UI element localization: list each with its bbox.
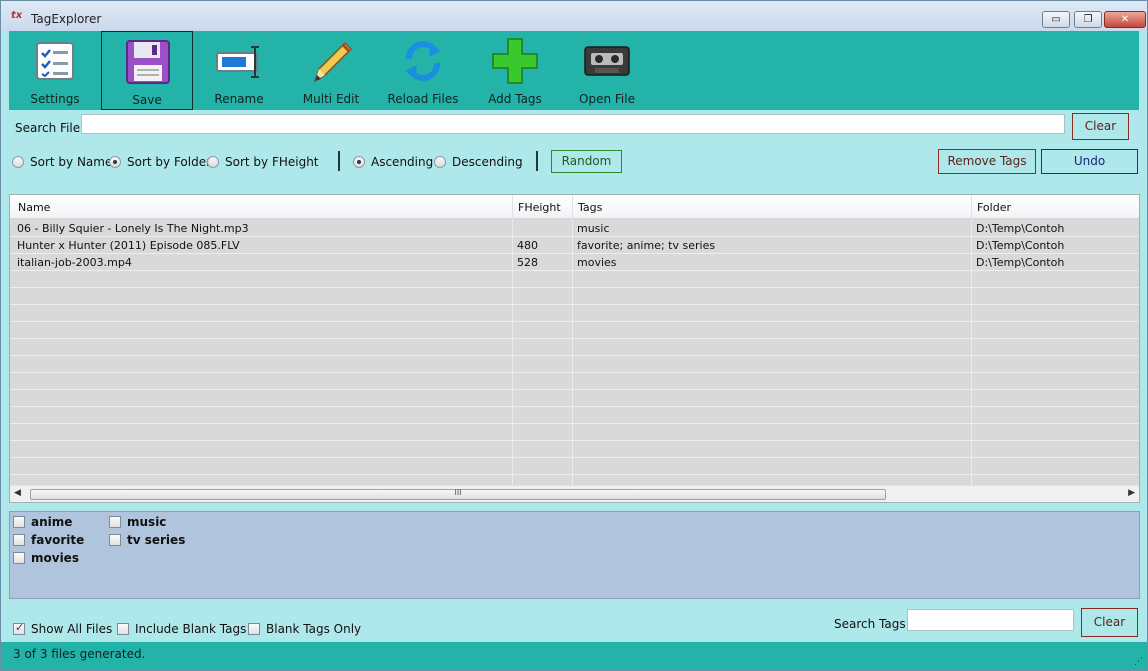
save-label: Save — [132, 93, 162, 107]
checkbox-icon — [13, 516, 25, 528]
scroll-right-icon[interactable]: ▶ — [1128, 488, 1135, 498]
empty-row — [10, 305, 1139, 322]
status-bar: 3 of 3 files generated. ⋰ — [1, 642, 1147, 670]
window-title: TagExplorer — [31, 12, 102, 26]
rename-field-icon — [216, 46, 259, 78]
empty-row — [10, 356, 1139, 373]
empty-row — [10, 407, 1139, 424]
grip-icon: III — [454, 488, 462, 497]
radio-unchecked-icon — [207, 156, 219, 168]
tag-panel: anime favorite movies music tv series — [9, 511, 1140, 599]
checkbox-icon — [248, 623, 260, 635]
checkbox-icon — [13, 534, 25, 546]
search-file-input[interactable] — [81, 114, 1065, 134]
empty-row — [10, 390, 1139, 407]
title-bar: tx TagExplorer ▭ ❐ ✕ — [1, 1, 1147, 31]
rename-label: Rename — [214, 92, 264, 106]
save-button[interactable]: Save — [101, 31, 193, 110]
undo-button[interactable]: Undo — [1041, 149, 1138, 174]
empty-row — [10, 322, 1139, 339]
tag-checkbox-music[interactable]: music — [109, 515, 166, 529]
blank-tags-only-checkbox[interactable]: Blank Tags Only — [248, 622, 361, 636]
close-button[interactable]: ✕ — [1104, 11, 1146, 28]
empty-row — [10, 424, 1139, 441]
multi-edit-button[interactable]: Multi Edit — [285, 31, 377, 110]
table-row[interactable]: 06 - Billy Squier - Lonely Is The Night.… — [10, 220, 1139, 237]
checklist-icon — [36, 42, 74, 80]
checkbox-checked-icon — [13, 621, 25, 635]
column-header-folder[interactable]: Folder — [977, 201, 1011, 214]
settings-label: Settings — [30, 92, 80, 106]
tag-checkbox-movies[interactable]: movies — [13, 551, 79, 565]
resize-grip-icon[interactable]: ⋰ — [1134, 657, 1143, 667]
show-all-files-checkbox[interactable]: Show All Files — [13, 621, 112, 636]
minimize-button[interactable]: ▭ — [1042, 11, 1070, 28]
tag-checkbox-anime[interactable]: anime — [13, 515, 72, 529]
table-row[interactable]: italian-job-2003.mp4 528 movies D:\Temp\… — [10, 254, 1139, 271]
radio-checked-icon — [353, 156, 365, 168]
status-text: 3 of 3 files generated. — [13, 647, 146, 661]
column-header-fheight[interactable]: FHeight — [518, 201, 561, 214]
horizontal-scrollbar[interactable]: ◀ III ▶ — [10, 485, 1139, 502]
search-file-clear-button[interactable]: Clear — [1072, 113, 1129, 140]
checkbox-icon — [109, 534, 121, 546]
open-file-button[interactable]: Open File — [561, 31, 653, 110]
ascending-radio[interactable]: Ascending — [353, 155, 433, 169]
descending-radio[interactable]: Descending — [434, 155, 523, 169]
column-header-tags[interactable]: Tags — [578, 201, 602, 214]
main-window: tx TagExplorer ▭ ❐ ✕ Settings Save Renam… — [0, 0, 1148, 671]
empty-row — [10, 288, 1139, 305]
separator — [338, 151, 340, 171]
empty-row — [10, 373, 1139, 390]
search-file-label: Search File — [15, 121, 81, 135]
search-tags-label: Search Tags — [834, 617, 906, 631]
grid-header: Name FHeight Tags Folder — [10, 195, 1139, 219]
scrollbar-thumb[interactable]: III — [30, 488, 886, 500]
cassette-tape-icon — [584, 46, 630, 76]
restore-button[interactable]: ❐ — [1074, 11, 1102, 28]
refresh-arrows-icon — [405, 41, 441, 81]
search-tags-input[interactable] — [907, 609, 1074, 631]
tag-checkbox-favorite[interactable]: favorite — [13, 533, 84, 547]
reload-files-label: Reload Files — [387, 92, 459, 106]
sort-by-folder-radio[interactable]: Sort by Folder — [109, 155, 211, 169]
floppy-disk-icon — [126, 40, 170, 84]
scroll-left-icon[interactable]: ◀ — [14, 488, 21, 498]
open-file-label: Open File — [579, 92, 635, 106]
include-blank-tags-checkbox[interactable]: Include Blank Tags — [117, 622, 246, 636]
checkbox-icon — [13, 552, 25, 564]
checkbox-icon — [109, 516, 121, 528]
rename-button[interactable]: Rename — [193, 31, 285, 110]
main-toolbar: Settings Save Rename Multi Edit Reload F… — [9, 31, 1139, 110]
add-tags-button[interactable]: Add Tags — [469, 31, 561, 110]
reload-files-button[interactable]: Reload Files — [377, 31, 469, 110]
empty-row — [10, 441, 1139, 458]
column-header-name[interactable]: Name — [18, 201, 50, 214]
remove-tags-button[interactable]: Remove Tags — [938, 149, 1036, 174]
table-row[interactable]: Hunter x Hunter (2011) Episode 085.FLV 4… — [10, 237, 1139, 254]
multi-edit-label: Multi Edit — [302, 92, 360, 106]
sort-by-fheight-radio[interactable]: Sort by FHeight — [207, 155, 319, 169]
radio-unchecked-icon — [434, 156, 446, 168]
separator — [536, 151, 538, 171]
pencil-icon — [313, 41, 353, 83]
random-button[interactable]: Random — [551, 150, 622, 173]
search-tags-clear-button[interactable]: Clear — [1081, 608, 1138, 637]
empty-row — [10, 271, 1139, 288]
settings-button[interactable]: Settings — [9, 31, 101, 110]
empty-row — [10, 339, 1139, 356]
app-logo-icon: tx — [11, 10, 23, 21]
radio-unchecked-icon — [12, 156, 24, 168]
add-tags-label: Add Tags — [488, 92, 542, 106]
checkbox-icon — [117, 623, 129, 635]
green-plus-icon — [492, 38, 538, 84]
sort-by-name-radio[interactable]: Sort by Name — [12, 155, 112, 169]
empty-row — [10, 458, 1139, 475]
radio-checked-icon — [109, 156, 121, 168]
file-grid: Name FHeight Tags Folder 06 - Billy Squi… — [9, 194, 1140, 503]
tag-checkbox-tv-series[interactable]: tv series — [109, 533, 185, 547]
